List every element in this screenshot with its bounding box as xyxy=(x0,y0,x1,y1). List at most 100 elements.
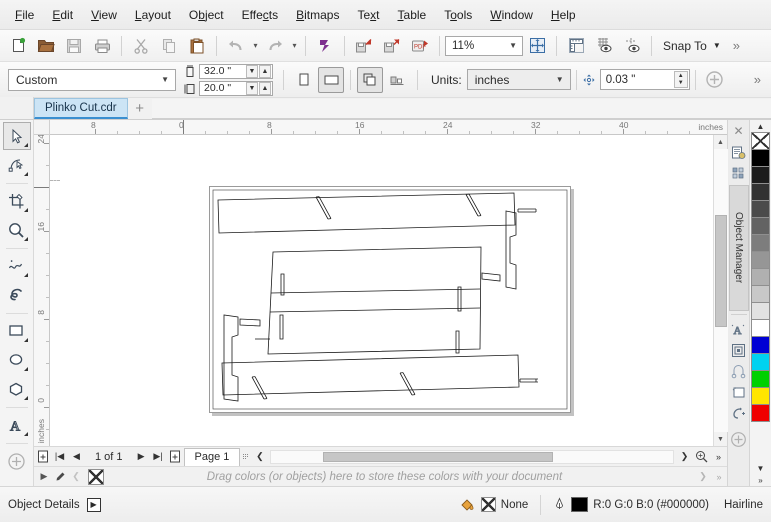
palette-next-button[interactable]: ❯ xyxy=(695,469,711,485)
palette-swatch-blue[interactable] xyxy=(751,336,770,354)
new-document-tab-button[interactable]: + xyxy=(128,98,152,119)
redo-dropdown-icon[interactable]: ▾ xyxy=(289,34,300,58)
all-pages-button[interactable] xyxy=(357,66,383,93)
vertical-scroll-track[interactable] xyxy=(713,149,728,432)
export-pdf-button[interactable]: PDF xyxy=(407,33,433,59)
pick-tool[interactable] xyxy=(2,122,31,150)
page-tab-page1[interactable]: Page 1 xyxy=(183,447,241,466)
menu-window[interactable]: Window xyxy=(481,4,542,26)
vertical-scroll-thumb[interactable] xyxy=(714,215,727,327)
transform-docker-icon[interactable] xyxy=(729,361,749,381)
palette-swatch-none[interactable] xyxy=(751,132,770,150)
page-height-spinner[interactable]: ▼ ▲ xyxy=(245,81,271,95)
fill-status-group[interactable]: None xyxy=(459,497,528,513)
save-document-button[interactable] xyxy=(61,33,87,59)
cut-button[interactable] xyxy=(128,33,154,59)
nudge-distance-input[interactable]: 0.03 " ▲ ▼ xyxy=(599,69,690,90)
undo-button[interactable] xyxy=(223,33,249,59)
object-properties-icon[interactable] xyxy=(729,142,749,162)
object-styles-icon[interactable] xyxy=(729,163,749,183)
object-manager-docker-icon[interactable] xyxy=(729,382,749,402)
docker-close-button[interactable]: ✕ xyxy=(729,121,749,141)
palette-no-color-swatch[interactable] xyxy=(88,468,104,485)
page-preset-combo[interactable]: Custom ▼ xyxy=(8,68,176,91)
palette-swatch-cyan[interactable] xyxy=(751,353,770,371)
zoom-tool[interactable] xyxy=(3,216,31,244)
options-button[interactable] xyxy=(702,67,728,93)
next-page-button[interactable]: ▶ xyxy=(133,448,150,466)
freehand-tool[interactable] xyxy=(3,252,31,280)
menu-text[interactable]: Text xyxy=(348,4,388,26)
palette-expand-button-right[interactable]: » xyxy=(751,474,771,486)
menu-table[interactable]: Table xyxy=(389,4,436,26)
object-details-expand-icon[interactable]: ▶ xyxy=(86,497,101,512)
toolbar-overflow-button[interactable]: » xyxy=(727,38,746,53)
horizontal-scroll-thumb[interactable] xyxy=(323,451,554,462)
palette-swatch-gray-50[interactable] xyxy=(751,234,770,252)
scroll-right-button[interactable]: ❯ xyxy=(676,448,693,466)
symbol-manager-docker-icon[interactable] xyxy=(729,403,749,423)
guideline-horizontal[interactable] xyxy=(50,180,60,181)
import-button[interactable] xyxy=(351,33,377,59)
shape-tool[interactable] xyxy=(3,151,31,179)
palette-swatch-gray-10[interactable] xyxy=(751,302,770,320)
add-docker-button[interactable] xyxy=(729,429,749,449)
copy-button[interactable] xyxy=(156,33,182,59)
document-tab-plinko-cut[interactable]: Plinko Cut.cdr xyxy=(34,98,128,119)
font-docker-icon[interactable]: A xyxy=(729,319,749,339)
palette-swatch-gray-30[interactable] xyxy=(751,268,770,286)
palette-swatch-gray-90[interactable] xyxy=(751,166,770,184)
scroll-up-button[interactable]: ▲ xyxy=(713,135,728,149)
show-rulers-button[interactable] xyxy=(563,33,589,59)
outline-color-chip[interactable] xyxy=(571,497,589,512)
palette-overflow-button[interactable]: » xyxy=(711,469,727,485)
scroll-left-button[interactable]: ❮ xyxy=(251,448,268,466)
plinko-cut-drawing[interactable] xyxy=(210,187,570,412)
vertical-ruler[interactable]: inches 24 16 8 0 xyxy=(34,135,50,446)
menu-layout[interactable]: Layout xyxy=(126,4,180,26)
portrait-button[interactable] xyxy=(290,67,316,93)
drawing-viewport[interactable] xyxy=(50,135,713,446)
docker-tab-object-manager[interactable]: Object Manager xyxy=(728,185,749,311)
fill-none-swatch[interactable] xyxy=(480,497,496,512)
current-page-button[interactable] xyxy=(385,67,411,93)
snap-to-button[interactable]: Snap To ▼ xyxy=(657,36,727,56)
undo-dropdown-icon[interactable]: ▾ xyxy=(250,34,261,58)
palette-swatch-gray-70[interactable] xyxy=(751,200,770,218)
add-tool-button[interactable] xyxy=(3,447,31,475)
last-page-button[interactable]: ▶| xyxy=(150,448,167,466)
palette-swatch-red[interactable] xyxy=(751,404,770,422)
insert-page-after-button[interactable] xyxy=(167,448,184,466)
menu-tools[interactable]: Tools xyxy=(435,4,481,26)
palette-swatch-gray-80[interactable] xyxy=(751,183,770,201)
corel-connect-button[interactable] xyxy=(312,33,338,59)
horizontal-ruler[interactable]: inches 8 0 8 16 24 32 40 xyxy=(50,120,727,135)
crop-tool[interactable] xyxy=(3,187,31,215)
zoom-to-fit-button[interactable] xyxy=(693,448,710,466)
scroll-down-button[interactable]: ▼ xyxy=(713,432,728,446)
palette-swatch-yellow[interactable] xyxy=(751,387,770,405)
page-width-input[interactable]: 32.0 " ▼ ▲ xyxy=(199,63,273,79)
first-page-button[interactable]: |◀ xyxy=(51,448,68,466)
print-button[interactable] xyxy=(89,33,115,59)
palette-swatch-white[interactable] xyxy=(751,319,770,337)
menu-bitmaps[interactable]: Bitmaps xyxy=(287,4,348,26)
page-height-input[interactable]: 20.0 " ▼ ▲ xyxy=(199,80,273,96)
outline-status-group[interactable]: R:0 G:0 B:0 (#000000) Hairline xyxy=(553,496,763,513)
horizontal-scroll-track[interactable] xyxy=(270,449,674,464)
menu-file[interactable]: File xyxy=(6,4,43,26)
show-guidelines-button[interactable] xyxy=(619,33,645,59)
previous-page-button[interactable]: ◀ xyxy=(68,448,85,466)
ruler-corner[interactable] xyxy=(34,120,50,135)
nudge-spinner[interactable]: ▲ ▼ xyxy=(673,71,688,88)
units-combo[interactable]: inches ▼ xyxy=(466,69,571,90)
page-width-spinner[interactable]: ▼ ▲ xyxy=(245,64,271,78)
zoom-level-combo[interactable]: 11% ▼ xyxy=(445,35,523,56)
eyedropper-icon[interactable] xyxy=(52,469,68,485)
palette-scroll-down-button[interactable]: ▼ xyxy=(751,462,771,474)
redo-button[interactable] xyxy=(262,33,288,59)
page-overflow-button[interactable]: » xyxy=(710,448,727,466)
palette-swatch-gray-20[interactable] xyxy=(751,285,770,303)
menu-edit[interactable]: Edit xyxy=(43,4,82,26)
palette-swatch-green[interactable] xyxy=(751,370,770,388)
